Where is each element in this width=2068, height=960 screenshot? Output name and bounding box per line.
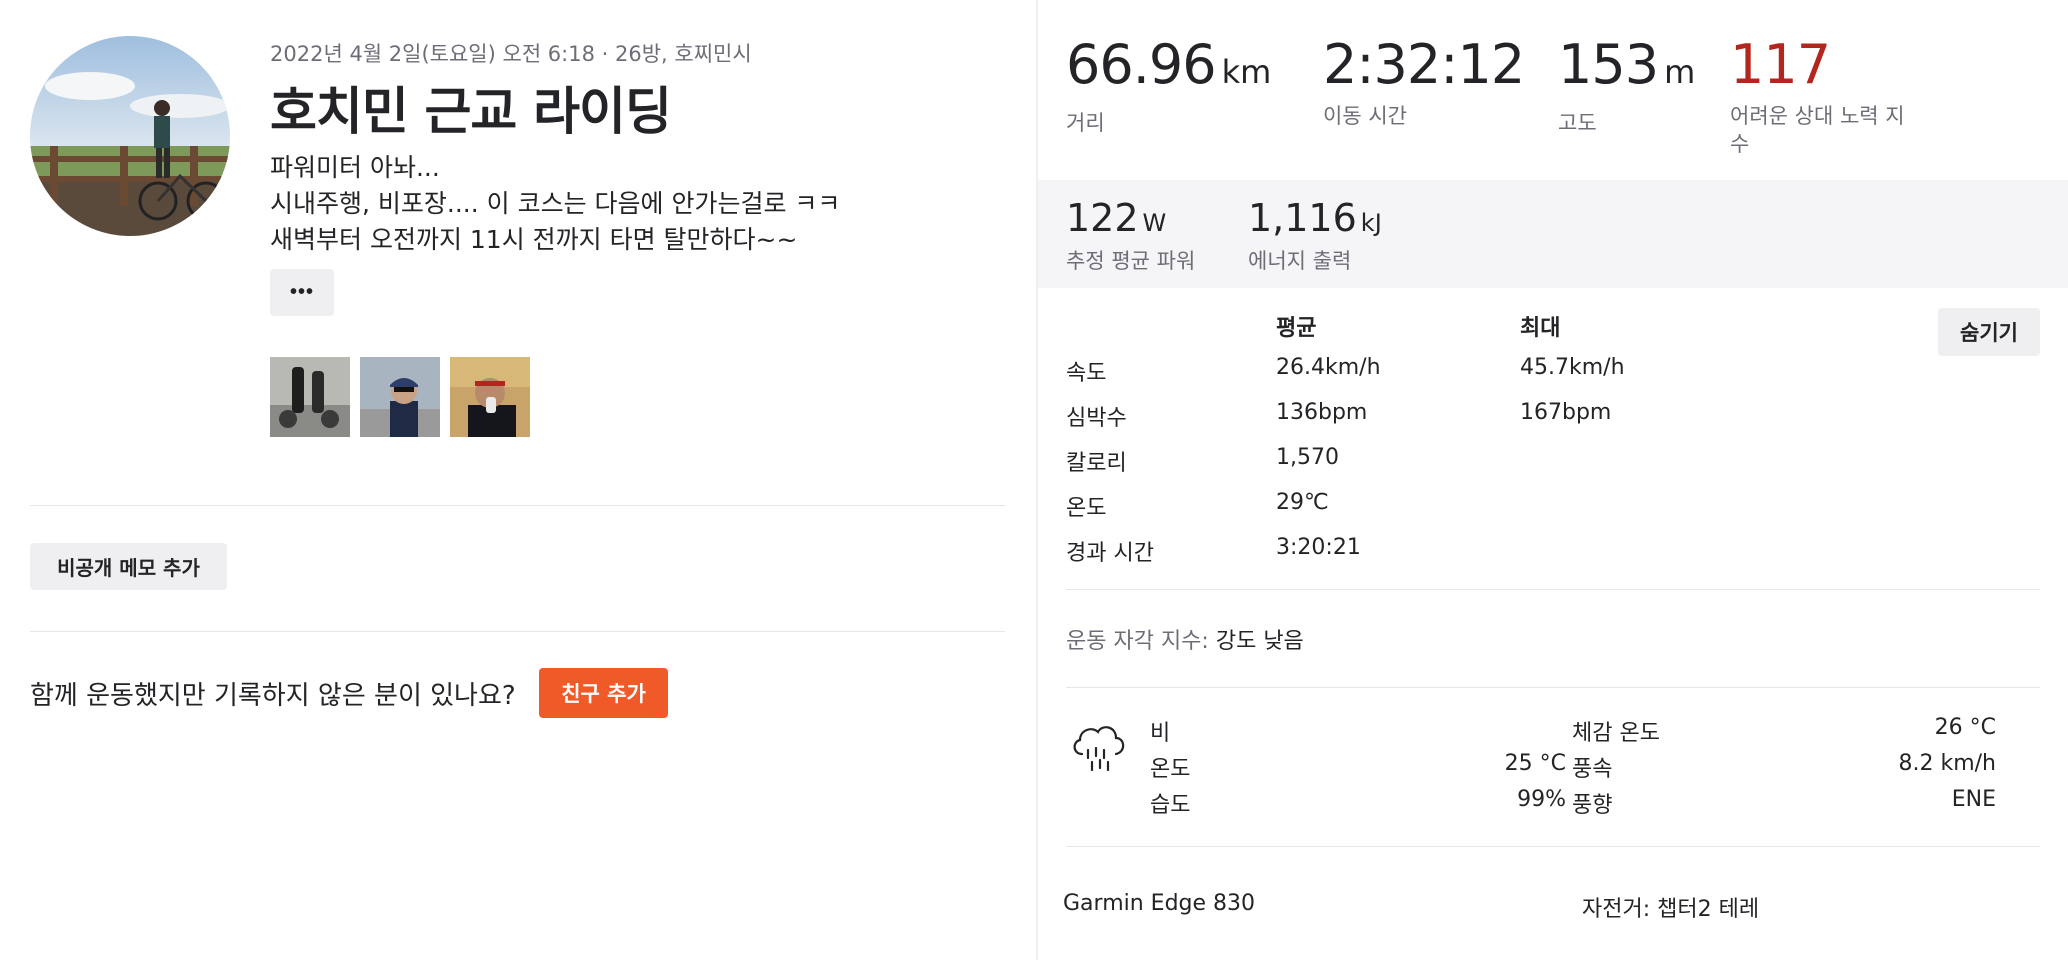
weather-value: 26 °C: [1934, 715, 1996, 740]
stat-unit: kJ: [1360, 209, 1382, 237]
photo-thumbnail[interactable]: [360, 357, 440, 437]
activity-description: 파워미터 아놔... 시내주행, 비포장.... 이 코스는 다음에 안가는걸로…: [270, 150, 840, 258]
stat-unit: km: [1221, 53, 1272, 91]
athlete-avatar[interactable]: [30, 36, 230, 236]
activity-title: 호치민 근교 라이딩: [270, 83, 672, 142]
stat-label: 이동 시간: [1323, 104, 1407, 128]
stat-label: 고도: [1558, 111, 1597, 135]
avatar-photo: [30, 36, 230, 236]
add-friend-button[interactable]: 친구 추가: [539, 668, 668, 718]
bike-gear[interactable]: 자전거: 챕터2 테레: [1582, 891, 1759, 923]
weather-label: 풍속: [1572, 757, 1613, 782]
section-divider: [1066, 846, 2040, 847]
weather-condition: 비: [1150, 721, 1171, 746]
stat-moving-time: 2:32:12 이동 시간: [1323, 32, 1525, 130]
stat-label: 추정 평균 파워: [1066, 249, 1196, 273]
section-divider: [1066, 687, 2040, 688]
rain-cloud-icon: [1068, 716, 1130, 778]
activity-summary-panel: 2022년 4월 2일(토요일) 오전 6:18 · 26방, 호찌민시 호치민…: [0, 0, 1036, 960]
recording-device: Garmin Edge 830: [1063, 891, 1256, 916]
photo-thumbnail[interactable]: [270, 357, 350, 437]
hide-details-button[interactable]: 숨기기: [1938, 308, 2040, 356]
stat-relative-effort[interactable]: 117 어려운 상대 노력 지 수: [1730, 32, 1905, 158]
stat-label: 에너지 출력: [1248, 249, 1352, 273]
activity-date-location: 2022년 4월 2일(토요일) 오전 6:18 · 26방, 호찌민시: [270, 42, 752, 66]
weather-label: 습도: [1150, 793, 1191, 818]
stat-value: 117: [1730, 33, 1831, 96]
stat-unit: m: [1664, 53, 1696, 91]
power-summary-band: 122 W 추정 평균 파워 1,116 kJ 에너지 출력: [1038, 180, 2068, 288]
more-options-button[interactable]: •••: [270, 269, 334, 316]
photo-thumbnails: [270, 357, 530, 437]
weather-label: 온도: [1150, 757, 1191, 782]
section-divider: [1066, 589, 2040, 590]
stat-value: 1,116: [1248, 196, 1357, 240]
description-line: 파워미터 아놔...: [270, 153, 440, 182]
rpe-label: 운동 자각 지수:: [1066, 629, 1209, 654]
rpe-value: 강도 낮음: [1215, 629, 1304, 654]
description-line: 시내주행, 비포장.... 이 코스는 다음에 안가는걸로 ㅋㅋ: [270, 189, 841, 218]
stat-value: 153: [1558, 33, 1659, 96]
stat-value: 122: [1066, 196, 1139, 240]
weather-value: 25 °C: [1504, 751, 1566, 776]
photo-thumbnail[interactable]: [450, 357, 530, 437]
stat-value: 2:32:12: [1323, 33, 1525, 96]
weather-value: 8.2 km/h: [1898, 751, 1996, 776]
stat-value: 66.96: [1066, 33, 1217, 96]
stat-energy-output: 1,116 kJ 에너지 출력: [1248, 194, 1382, 275]
weather-value: 99%: [1517, 787, 1566, 812]
weather-label: 풍향: [1572, 793, 1613, 818]
add-private-note-button[interactable]: 비공개 메모 추가: [30, 543, 227, 590]
section-divider: [30, 505, 1005, 506]
stat-distance: 66.96 km 거리: [1066, 32, 1271, 137]
stat-label: 어려운 상대 노력 지 수: [1730, 104, 1905, 156]
weather-label: 체감 온도: [1572, 721, 1660, 746]
perceived-exertion: 운동 자각 지수: 강도 낮음: [1066, 623, 1304, 655]
section-divider: [30, 631, 1005, 632]
stat-avg-power: 122 W 추정 평균 파워: [1066, 194, 1195, 275]
column-header-average: 평균: [1276, 316, 1317, 341]
stat-unit: W: [1142, 209, 1167, 237]
description-line: 새벽부터 오전까지 11시 전까지 타면 탈만하다~~: [270, 225, 798, 254]
invite-prompt: 함께 운동했지만 기록하지 않은 분이 있나요?: [30, 681, 516, 711]
stat-elevation: 153 m 고도: [1558, 32, 1695, 137]
activity-stats-panel: 66.96 km 거리 2:32:12 이동 시간 153 m 고도 117 어려운…: [1038, 0, 2068, 960]
weather-value: ENE: [1951, 787, 1996, 812]
stat-label: 거리: [1066, 111, 1105, 135]
column-header-max: 최대: [1520, 316, 1561, 341]
